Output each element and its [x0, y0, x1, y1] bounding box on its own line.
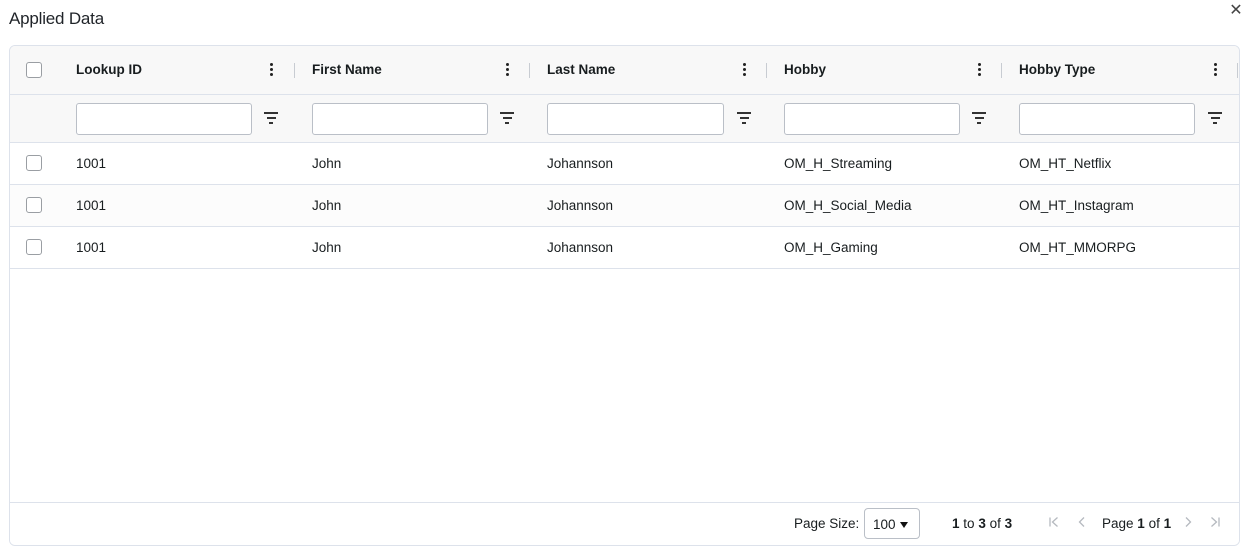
page-word: Page	[1102, 516, 1134, 531]
filter-input-first-name[interactable]	[312, 103, 488, 135]
data-grid: Lookup ID First Name Last Name Hobby Hob…	[9, 45, 1240, 546]
page-size-value: 100	[873, 517, 896, 532]
row-of-word: of	[989, 516, 1001, 531]
column-header-label: Hobby	[784, 62, 826, 77]
page-of-word: of	[1148, 516, 1160, 531]
cell-hobby: OM_H_Gaming	[784, 240, 878, 255]
column-resize-handle[interactable]	[766, 63, 767, 78]
row-to: 3	[978, 516, 986, 531]
column-menu-icon[interactable]	[739, 61, 749, 79]
cell-hobby: OM_H_Streaming	[784, 156, 893, 171]
column-resize-handle[interactable]	[294, 63, 295, 78]
cell-last-name: Johannson	[547, 240, 614, 255]
column-resize-handle[interactable]	[1001, 63, 1002, 78]
column-header-last-name[interactable]: Last Name	[537, 46, 767, 95]
page-size-label: Page Size:	[794, 516, 860, 531]
cell-last-name: Johannson	[547, 156, 614, 171]
row-from: 1	[952, 516, 960, 531]
column-menu-icon[interactable]	[974, 61, 984, 79]
table-row[interactable]: 1001 John Johannson OM_H_Social_Media OM…	[10, 185, 1239, 227]
select-all-checkbox[interactable]	[26, 62, 42, 78]
cell-first-name: John	[312, 198, 342, 213]
cell-last-name: Johannson	[547, 198, 614, 213]
dialog-title: Applied Data	[9, 9, 104, 28]
page-size-select[interactable]: 100	[864, 508, 920, 539]
column-header-lookup-id[interactable]: Lookup ID	[66, 46, 296, 95]
caret-down-icon	[900, 522, 908, 528]
page-total: 1	[1163, 516, 1172, 531]
grid-filter-row	[10, 95, 1239, 143]
column-header-first-name[interactable]: First Name	[302, 46, 530, 95]
cell-hobby: OM_H_Social_Media	[784, 198, 912, 213]
last-page-icon[interactable]	[1207, 513, 1223, 533]
cell-lookup-id: 1001	[76, 240, 107, 255]
column-menu-icon[interactable]	[266, 61, 276, 79]
column-header-label: Hobby Type	[1019, 62, 1096, 77]
row-checkbox[interactable]	[26, 239, 42, 255]
cell-first-name: John	[312, 156, 342, 171]
column-resize-handle[interactable]	[529, 63, 530, 78]
close-icon[interactable]: ✕	[1227, 2, 1245, 20]
cell-lookup-id: 1001	[76, 198, 107, 213]
table-row[interactable]: 1001 John Johannson OM_H_Streaming OM_HT…	[10, 143, 1239, 185]
column-header-label: Lookup ID	[76, 62, 142, 77]
cell-first-name: John	[312, 240, 342, 255]
column-header-hobby[interactable]: Hobby	[774, 46, 1002, 95]
filter-icon[interactable]	[1207, 112, 1223, 126]
filter-input-hobby-type[interactable]	[1019, 103, 1195, 135]
next-page-icon[interactable]	[1180, 513, 1196, 533]
column-header-label: First Name	[312, 62, 382, 77]
cell-hobby-type: OM_HT_MMORPG	[1019, 240, 1137, 255]
grid-header-row: Lookup ID First Name Last Name Hobby Hob…	[10, 46, 1239, 95]
cell-hobby-type: OM_HT_Instagram	[1019, 198, 1134, 213]
cell-lookup-id: 1001	[76, 156, 107, 171]
filter-input-lookup-id[interactable]	[76, 103, 252, 135]
cell-hobby-type: OM_HT_Netflix	[1019, 156, 1112, 171]
pagination-bar: Page Size: 100 1 to 3 of 3 Page 1 of 1	[10, 502, 1239, 545]
row-summary: 1 to 3 of 3	[952, 516, 1012, 531]
column-header-label: Last Name	[547, 62, 616, 77]
column-menu-icon[interactable]	[1210, 61, 1220, 79]
row-total: 3	[1004, 516, 1013, 531]
filter-icon[interactable]	[263, 112, 279, 126]
filter-icon[interactable]	[971, 112, 987, 126]
first-page-icon[interactable]	[1046, 513, 1062, 533]
row-to-word: to	[963, 516, 975, 531]
filter-icon[interactable]	[499, 112, 515, 126]
column-menu-icon[interactable]	[502, 61, 512, 79]
filter-icon[interactable]	[736, 112, 752, 126]
column-resize-handle[interactable]	[1237, 63, 1238, 78]
previous-page-icon[interactable]	[1074, 513, 1090, 533]
table-row[interactable]: 1001 John Johannson OM_H_Gaming OM_HT_MM…	[10, 227, 1239, 269]
filter-input-last-name[interactable]	[547, 103, 724, 135]
page-summary: Page 1 of 1	[1102, 516, 1171, 531]
row-checkbox[interactable]	[26, 197, 42, 213]
column-header-hobby-type[interactable]: Hobby Type	[1009, 46, 1237, 95]
page-current: 1	[1137, 516, 1145, 531]
filter-input-hobby[interactable]	[784, 103, 960, 135]
row-checkbox[interactable]	[26, 155, 42, 171]
